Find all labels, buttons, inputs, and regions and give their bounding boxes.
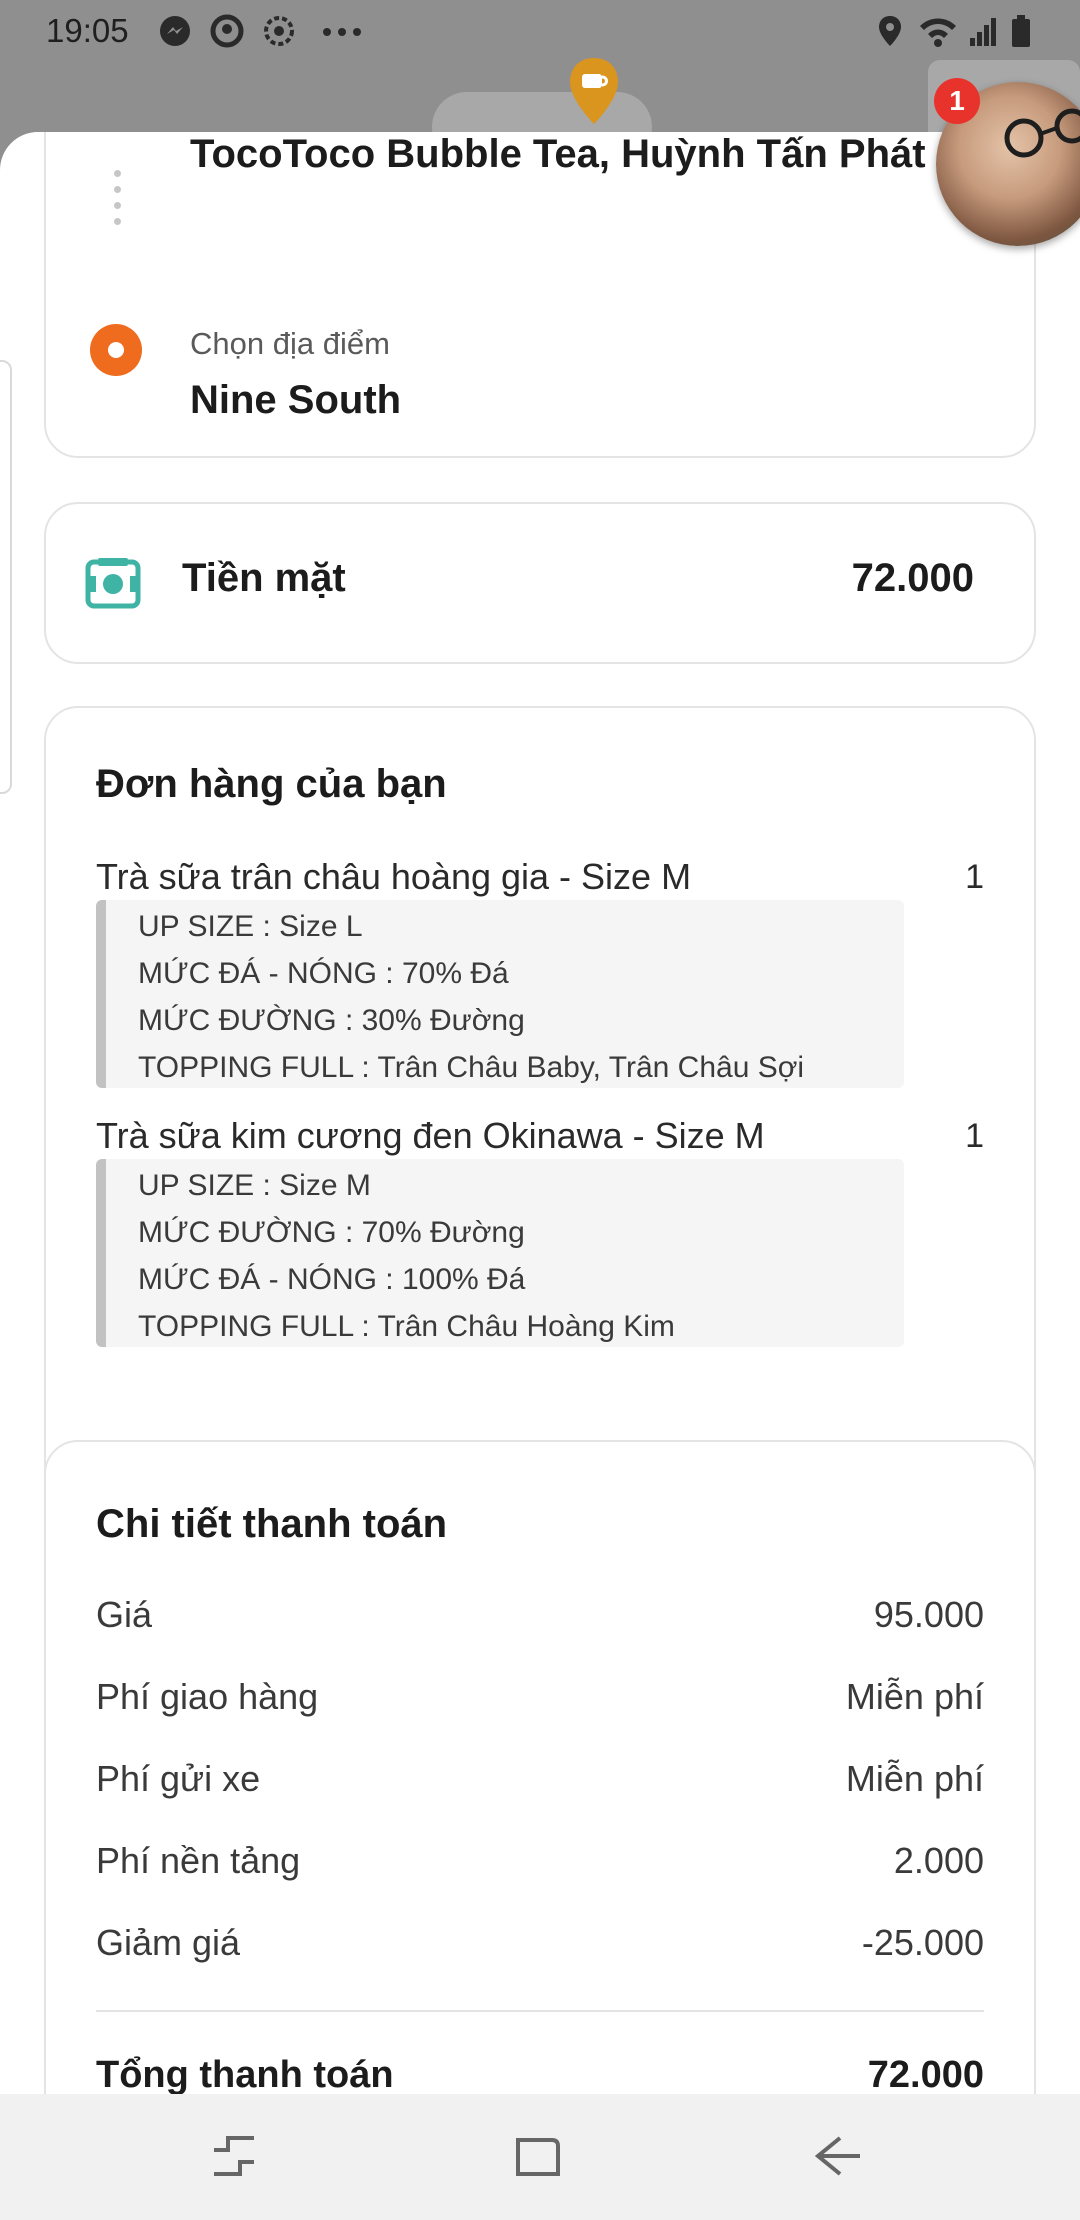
destination-marker-icon	[90, 324, 142, 376]
destination-value[interactable]: Nine South	[190, 378, 401, 423]
detail-label-discount: Giảm giá	[96, 1922, 241, 1963]
side-panel-edge	[0, 360, 12, 794]
signal-icon	[968, 14, 998, 53]
back-icon[interactable]	[812, 2130, 864, 2187]
option-line: MỨC ĐÁ - NÓNG : 70% Đá	[138, 957, 509, 990]
origin-store-name: TocoToco Bubble Tea, Huỳnh Tấn Phát	[190, 132, 926, 176]
order-item-qty: 1	[965, 1117, 984, 1155]
battery-icon	[1010, 14, 1032, 53]
option-line: TOPPING FULL : Trân Châu Baby, Trân Châu…	[138, 1051, 805, 1084]
payment-details-card: Chi tiết thanh toán Giá 95.000 Phí giao …	[44, 1440, 1036, 2094]
detail-label-delivery-fee: Phí giao hàng	[96, 1676, 319, 1717]
chat-unread-badge: 1	[934, 78, 980, 124]
option-line: TOPPING FULL : Trân Châu Hoàng Kim	[138, 1310, 675, 1343]
option-line: UP SIZE : Size M	[138, 1169, 371, 1202]
destination-label[interactable]: Chọn địa điểm	[190, 326, 390, 362]
detail-value-delivery-fee: Miễn phí	[845, 1676, 984, 1717]
circle-app-icon	[210, 14, 244, 53]
order-summary-card: Đơn hàng của bạn Trà sữa trân châu hoàng…	[44, 706, 1036, 1530]
recent-apps-icon[interactable]	[208, 2130, 260, 2187]
option-line: MỨC ĐÁ - NÓNG : 100% Đá	[138, 1263, 526, 1296]
wifi-icon	[918, 14, 958, 53]
messenger-icon	[158, 14, 192, 53]
status-time: 19:05	[46, 12, 129, 49]
store-pin-icon	[566, 56, 622, 131]
option-line: UP SIZE : Size L	[138, 910, 363, 943]
route-dots	[114, 170, 121, 234]
status-bar: 19:05	[0, 0, 1080, 64]
order-item-name: Trà sữa kim cương đen Okinawa - Size M	[96, 1115, 765, 1156]
more-dots-icon	[322, 24, 362, 42]
detail-value-discount: -25.000	[861, 1922, 984, 1963]
order-item-options: UP SIZE : Size M MỨC ĐƯỜNG : 70% Đường M…	[96, 1159, 904, 1347]
payment-amount: 72.000	[851, 556, 974, 600]
order-title: Đơn hàng của bạn	[96, 762, 447, 806]
detail-value-platform-fee: 2.000	[893, 1840, 984, 1881]
detail-label-platform-fee: Phí nền tảng	[96, 1840, 301, 1881]
detail-label-parking-fee: Phí gửi xe	[96, 1758, 261, 1799]
order-item-options: UP SIZE : Size L MỨC ĐÁ - NÓNG : 70% Đá …	[96, 900, 904, 1088]
detail-value-parking-fee: Miễn phí	[845, 1758, 984, 1799]
payment-method-card[interactable]: Tiền mặt 72.000	[44, 502, 1036, 664]
avatar-glasses	[994, 104, 1080, 169]
option-line: MỨC ĐƯỜNG : 30% Đường	[138, 1004, 525, 1037]
detail-value-price: 95.000	[873, 1594, 984, 1635]
total-label: Tổng thanh toán	[96, 2054, 394, 2094]
settings-gear-icon	[262, 14, 296, 53]
total-value: 72.000	[867, 2054, 984, 2094]
payment-details-title: Chi tiết thanh toán	[96, 1502, 448, 1546]
order-bottom-sheet[interactable]: TocoToco Bubble Tea, Huỳnh Tấn Phát Chọn…	[0, 132, 1080, 2094]
location-icon	[876, 14, 904, 53]
system-nav-bar	[0, 2094, 1080, 2220]
details-divider	[96, 2010, 984, 2012]
home-icon[interactable]	[512, 2130, 564, 2187]
option-line: MỨC ĐƯỜNG : 70% Đường	[138, 1216, 525, 1249]
order-item-qty: 1	[965, 858, 984, 896]
route-card: TocoToco Bubble Tea, Huỳnh Tấn Phát Chọn…	[44, 132, 1036, 458]
cash-icon	[84, 554, 142, 617]
payment-method-label: Tiền mặt	[182, 556, 346, 600]
detail-label-price: Giá	[96, 1594, 153, 1635]
order-item-name: Trà sữa trân châu hoàng gia - Size M	[96, 856, 692, 897]
